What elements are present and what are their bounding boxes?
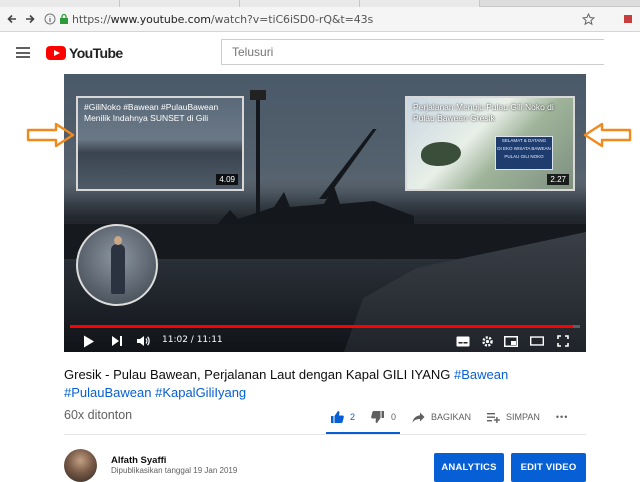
browser-tab[interactable] (240, 0, 360, 7)
dislike-button[interactable]: 0 (371, 410, 396, 424)
end-card-subscribe-avatar[interactable] (76, 224, 158, 306)
publish-date: Dipublikasikan tanggal 19 Jan 2019 (111, 466, 238, 475)
time-current: 11:02 (162, 335, 188, 345)
player-controls: 11:02 / 11:11 (64, 330, 586, 352)
person-image (111, 236, 125, 294)
page-right-edge (604, 32, 640, 482)
youtube-play-icon (46, 46, 66, 60)
browser-address-bar: https://www.youtube.com/watch?v=tiC6iSD0… (0, 7, 640, 32)
logo-text: YouTube (69, 45, 123, 61)
url-path: /watch?v=tiC6iSD0-rQ&t=43s (210, 13, 374, 26)
view-count: 60x ditonton (64, 408, 133, 422)
time-total: 11:11 (196, 335, 223, 345)
island-map-image (421, 142, 461, 166)
light-pole (256, 92, 260, 242)
extension-icon[interactable] (620, 11, 636, 27)
fullscreen-icon[interactable] (556, 334, 570, 348)
end-card-title: Perjalanan Menuju Pulau Gili Noko di Pul… (413, 102, 554, 123)
like-count: 2 (350, 412, 356, 422)
search-input[interactable] (222, 40, 604, 64)
back-icon[interactable] (4, 11, 20, 27)
time-display: 11:02 / 11:11 (162, 335, 223, 345)
save-button[interactable]: SIMPAN (487, 412, 540, 423)
progress-bar-fill (70, 325, 574, 328)
end-card-duration: 4.09 (216, 174, 238, 185)
settings-gear-icon[interactable] (480, 334, 494, 348)
dislike-count: 0 (391, 412, 397, 422)
miniplayer-icon[interactable] (504, 334, 518, 348)
end-card-video-2[interactable]: Perjalanan Menuju Pulau Gili Noko di Pul… (405, 96, 575, 191)
end-card-video-1[interactable]: #GiliNoko #Bawean #PulauBawean Menilik I… (76, 96, 244, 191)
end-card-duration: 2.27 (547, 174, 569, 185)
hashtag-link[interactable]: #Bawean (454, 367, 508, 382)
play-icon[interactable] (82, 334, 96, 348)
analytics-button[interactable]: ANALYTICS (434, 453, 504, 482)
sign-line: SELAMAT & DATANG (501, 138, 547, 143)
volume-icon[interactable] (136, 334, 150, 348)
url-protocol: https:// (72, 13, 111, 26)
hashtag-link[interactable]: #PulauBawean (64, 385, 151, 400)
share-label: BAGIKAN (431, 412, 472, 422)
theater-mode-icon[interactable] (530, 334, 544, 348)
subtitles-icon[interactable] (456, 334, 470, 348)
url-host: www.youtube.com (110, 13, 211, 26)
youtube-logo[interactable]: YouTube (46, 45, 123, 61)
like-button[interactable]: 2 (330, 410, 355, 424)
video-player[interactable]: #GiliNoko #Bawean #PulauBawean Menilik I… (64, 74, 586, 352)
annotation-arrow-right-icon (26, 122, 76, 153)
browser-tab[interactable] (120, 0, 240, 7)
progress-bar[interactable] (70, 325, 580, 328)
divider (64, 434, 586, 435)
sign-line: DI EKO WISATA BAWEAN (497, 146, 551, 151)
sign-line: PULAU GILI NOKO (504, 154, 544, 159)
video-actions: 2 0 BAGIKAN SIMPAN ••• (330, 406, 578, 428)
annotation-arrow-left-icon (582, 122, 632, 153)
search-box (221, 39, 604, 65)
forward-icon[interactable] (22, 11, 38, 27)
browser-tab[interactable] (0, 0, 120, 7)
more-actions-icon[interactable]: ••• (556, 412, 568, 422)
hashtag-link[interactable]: #KapalGiliIyang (155, 385, 246, 400)
video-title: Gresik - Pulau Bawean, Perjalanan Laut d… (64, 366, 534, 402)
next-icon[interactable] (110, 334, 124, 348)
save-label: SIMPAN (506, 412, 540, 422)
channel-avatar[interactable] (64, 449, 97, 482)
youtube-header: YouTube (0, 32, 604, 74)
edit-video-button[interactable]: EDIT VIDEO (511, 453, 586, 482)
hamburger-menu-icon[interactable] (16, 47, 30, 58)
star-icon[interactable] (580, 11, 596, 27)
lock-icon (56, 11, 72, 27)
end-card-title: #GiliNoko #Bawean #PulauBawean Menilik I… (84, 102, 219, 123)
browser-tab[interactable] (360, 0, 480, 7)
share-button[interactable]: BAGIKAN (412, 412, 471, 423)
url-text[interactable]: https://www.youtube.com/watch?v=tiC6iSD0… (72, 13, 373, 26)
video-title-text: Gresik - Pulau Bawean, Perjalanan Laut d… (64, 367, 454, 382)
time-separator: / (187, 335, 197, 345)
channel-name[interactable]: Alfath Syaffi (111, 455, 166, 466)
floodlight (250, 90, 266, 100)
welcome-sign-image: SELAMAT & DATANG DI EKO WISATA BAWEAN PU… (495, 136, 553, 170)
browser-tab-strip (0, 0, 640, 7)
